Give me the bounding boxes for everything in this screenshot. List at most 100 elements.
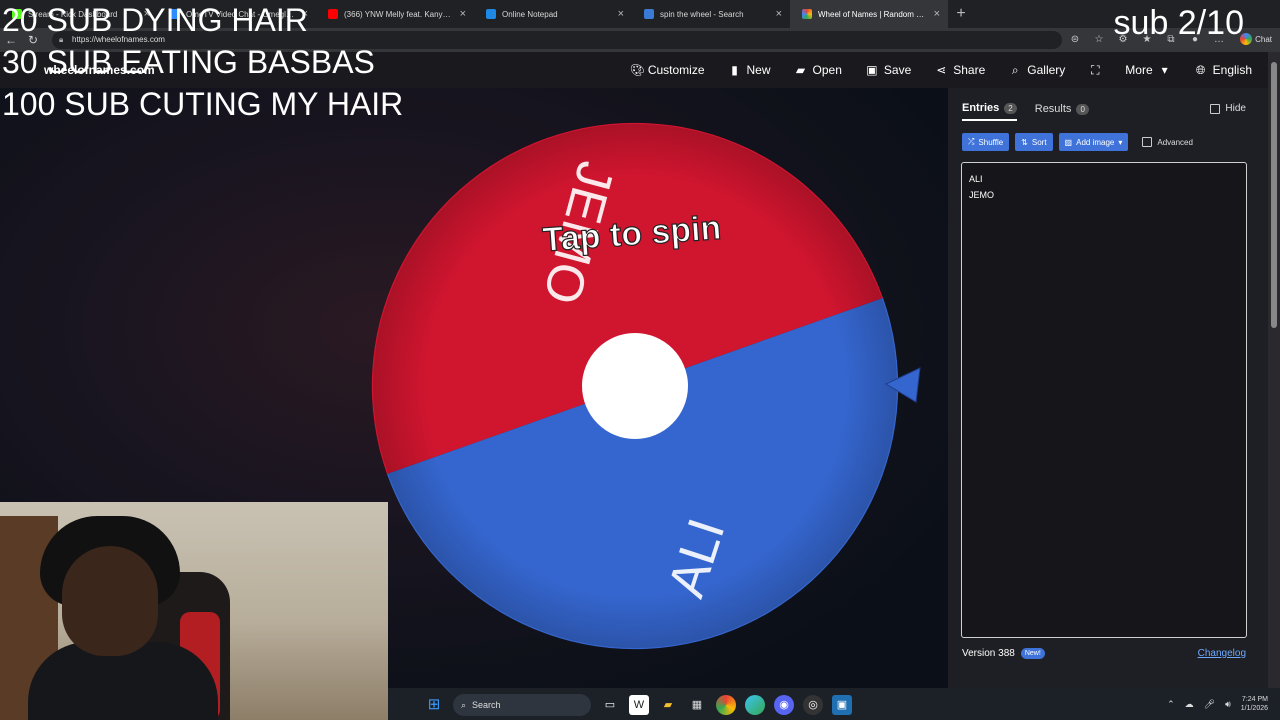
file-explorer-icon[interactable]: ▰ [658, 695, 678, 715]
save-button[interactable]: ▣ Save [866, 63, 911, 77]
windows-start-icon[interactable]: ⊞ [424, 695, 444, 715]
file-icon: ▮ [731, 63, 738, 77]
webcam-person-face [62, 546, 158, 656]
share-button[interactable]: ⋖ Share [935, 63, 985, 77]
add-image-button[interactable]: ▨ Add image ▾ [1058, 133, 1129, 151]
globe-icon: 🌐︎ [1195, 62, 1206, 77]
edge-icon[interactable] [745, 695, 765, 715]
clock[interactable]: 7:24 PM 1/1/2026 [1241, 695, 1268, 713]
open-button[interactable]: ▰ Open [795, 63, 842, 77]
results-tab-label: Results [1034, 103, 1072, 115]
task-view-icon[interactable]: ▭ [600, 695, 620, 715]
tab-label: Wheel of Names | Random name ... [818, 9, 926, 19]
search-icon: ⌕ [461, 699, 467, 710]
page-scrollbar[interactable] [1268, 52, 1280, 688]
taskbar-apps: ⊞ ⌕ Search ▭ W ▰ ▦ ◉ ◎ ▣ [424, 694, 852, 716]
folder-icon: ▰ [795, 63, 806, 77]
volume-icon[interactable]: 🔊︎ [1225, 699, 1231, 710]
tab-label: Online Notepad [502, 9, 558, 19]
clock-time: 7:24 PM [1241, 696, 1268, 703]
sort-button[interactable]: ⇅ Sort [1015, 133, 1053, 151]
customize-button[interactable]: 🎨︎ Customize [630, 63, 705, 77]
results-count-badge: 0 [1076, 103, 1089, 115]
entries-panel: Entries 2 Results 0 Hide ⤮ Shuffle ⇅ Sor… [948, 88, 1268, 688]
wheel[interactable]: JEMO ALI Tap to spin [360, 112, 940, 672]
obs-icon[interactable]: ◎ [803, 695, 823, 715]
shuffle-icon: ⤮ [968, 137, 975, 146]
new-tab-button[interactable]: + [948, 0, 974, 28]
browser-tab[interactable]: Online Notepad × [474, 0, 632, 28]
gallery-label: Gallery [1027, 63, 1066, 77]
checkbox-icon [1142, 137, 1153, 147]
store-icon[interactable]: ▦ [687, 695, 707, 715]
discord-icon[interactable]: ◉ [774, 695, 794, 715]
tab-label: (366) YNW Melly feat. Kanye West [344, 9, 452, 19]
palette-icon: 🎨︎ [629, 63, 646, 77]
wheel-favicon-icon [802, 9, 812, 19]
browser-tab[interactable]: (366) YNW Melly feat. Kanye West × [316, 0, 474, 28]
overlay-goal-line-1: 20 SUB DYING HAIR [2, 2, 308, 38]
changelog-link[interactable]: Changelog [1198, 648, 1246, 659]
fullscreen-icon: ⛶ [1091, 62, 1100, 77]
close-icon[interactable]: × [776, 8, 782, 20]
fullscreen-button[interactable]: ⛶ [1089, 63, 1101, 78]
customize-label: Customize [647, 63, 705, 77]
cloud-icon[interactable]: ☁ [1185, 699, 1194, 710]
microphone-icon[interactable]: 🎤︎ [1204, 699, 1215, 710]
language-button[interactable]: 🌐︎ English [1195, 63, 1252, 78]
entries-toolbar: ⤮ Shuffle ⇅ Sort ▨ Add image ▾ Advanced [962, 133, 1193, 151]
clock-date: 1/1/2026 [1240, 705, 1268, 712]
entries-textarea[interactable]: ALI JEMO [961, 162, 1247, 638]
hide-label: Hide [1225, 103, 1246, 114]
entries-count-badge: 2 [1004, 102, 1017, 114]
save-icon: ▣ [866, 63, 878, 77]
entry-line: ALI [969, 174, 983, 184]
close-icon[interactable]: × [934, 8, 940, 20]
chevron-down-icon: ▾ [1161, 63, 1168, 77]
browser-tab-active[interactable]: Wheel of Names | Random name ... × [790, 0, 948, 28]
add-image-label: Add image [1076, 137, 1115, 147]
more-button[interactable]: More ▾ [1125, 63, 1170, 77]
notepad-favicon-icon [486, 9, 496, 19]
sort-label: Sort [1031, 137, 1047, 147]
panel-tabs: Entries 2 Results 0 [962, 102, 1089, 121]
entries-tab-label: Entries [962, 102, 1000, 114]
save-label: Save [883, 63, 912, 77]
browser-tab[interactable]: spin the wheel - Search × [632, 0, 790, 28]
hide-checkbox[interactable]: Hide [1210, 103, 1246, 114]
share-icon: ⋖ [936, 63, 947, 77]
advanced-checkbox[interactable]: Advanced [1142, 137, 1193, 147]
favorite-icon[interactable]: ☆ [1090, 31, 1108, 49]
app-icon[interactable]: ▣ [832, 695, 852, 715]
tab-results[interactable]: Results 0 [1035, 102, 1089, 121]
tab-entries[interactable]: Entries 2 [962, 102, 1017, 121]
version-text: Version 388 [962, 648, 1015, 659]
more-label: More [1125, 63, 1153, 77]
taskbar-search[interactable]: ⌕ Search [453, 694, 591, 716]
search-icon: ⌕ [1011, 62, 1019, 77]
system-tray: ⌃ ☁ 🎤︎ 🔊︎ 7:24 PM 1/1/2026 [1167, 695, 1268, 713]
overlay-goal-line-2: 30 SUB EATING BASBAS [2, 44, 375, 80]
chevron-down-icon: ▾ [1118, 137, 1123, 147]
shuffle-label: Shuffle [978, 137, 1004, 147]
copilot-chat-button[interactable]: Chat [1240, 33, 1272, 45]
scrollbar-thumb[interactable] [1271, 62, 1277, 328]
advanced-label: Advanced [1157, 137, 1193, 147]
overlay-goal-line-3: 100 SUB CUTING MY HAIR [2, 86, 404, 122]
entry-line: JEMO [969, 190, 995, 200]
open-label: Open [812, 63, 842, 77]
new-button[interactable]: ▮ New [729, 63, 771, 77]
gallery-button[interactable]: ⌕ Gallery [1009, 63, 1065, 78]
close-icon[interactable]: × [618, 8, 624, 20]
tab-label: spin the wheel - Search [660, 9, 744, 19]
webcam-overlay [0, 502, 388, 720]
wheel-center-hub[interactable] [582, 333, 688, 439]
taskbar-search-label: Search [472, 700, 501, 710]
shuffle-button[interactable]: ⤮ Shuffle [962, 133, 1010, 151]
reader-icon[interactable]: ⊜ [1066, 31, 1084, 49]
word-icon[interactable]: W [629, 695, 649, 715]
chrome-icon[interactable] [716, 695, 736, 715]
close-icon[interactable]: × [460, 8, 466, 20]
new-label: New [746, 63, 771, 77]
chevron-up-icon[interactable]: ⌃ [1167, 699, 1175, 710]
